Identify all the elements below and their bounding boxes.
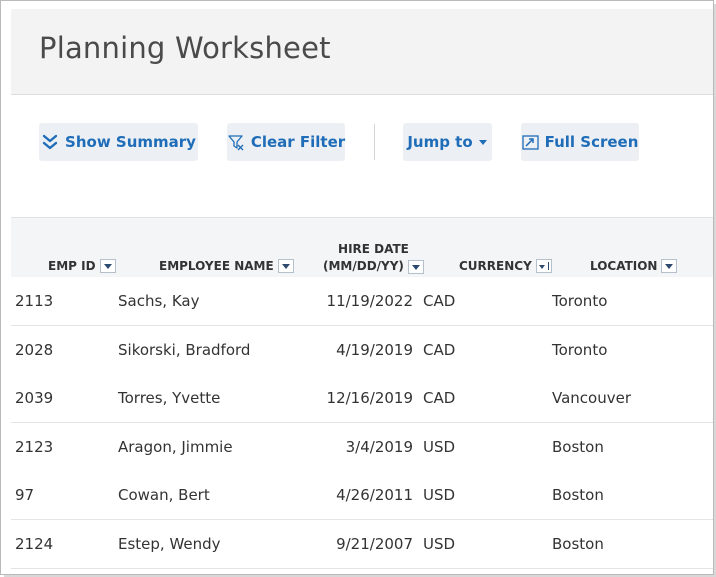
emp-id-cell: 97 — [15, 486, 35, 504]
hire-date-cell: 3/4/2019 — [345, 438, 413, 456]
jump-to-button[interactable]: Jump to — [403, 123, 492, 161]
column-header-label: LOCATION — [590, 259, 658, 273]
location-cell: Boston — [552, 438, 604, 456]
table-row[interactable]: 2123 Aragon, Jimmie 3/4/2019 USD Boston — [11, 423, 713, 472]
jump-to-label: Jump to — [407, 133, 473, 151]
table-row[interactable]: 2124 Estep, Wendy 9/21/2007 USD Boston — [11, 520, 713, 569]
employee-name-cell: Sachs, Kay — [118, 292, 200, 310]
table-row[interactable]: 97 Cowan, Bert 4/26/2011 USD Boston — [11, 471, 713, 520]
full-screen-button[interactable]: Full Screen — [521, 123, 639, 161]
show-summary-button[interactable]: Show Summary — [39, 123, 198, 161]
currency-cell: USD — [423, 486, 456, 504]
column-header-hire-date: HIRE DATE (MM/DD/YY) — [323, 241, 424, 275]
clear-filter-button[interactable]: Clear Filter — [227, 123, 345, 161]
emp-id-cell: 2124 — [15, 535, 54, 553]
title-bar: Planning Worksheet — [11, 9, 713, 95]
emp-id-cell: 2039 — [15, 389, 54, 407]
toolbar-divider — [374, 124, 375, 160]
worksheet-panel: Planning Worksheet Show Summary Clear Fi… — [0, 0, 714, 575]
employee-name-cell: Aragon, Jimmie — [118, 438, 233, 456]
expand-icon — [521, 134, 539, 150]
emp-id-cell: 2123 — [15, 438, 54, 456]
location-cell: Toronto — [552, 292, 608, 310]
column-filter-dropdown-icon[interactable] — [99, 259, 116, 273]
employee-name-cell: Cowan, Bert — [118, 486, 210, 504]
caret-down-icon — [478, 140, 487, 145]
column-header-label: EMPLOYEE NAME — [159, 259, 274, 273]
hire-date-cell: 12/16/2019 — [326, 389, 413, 407]
column-header-label: EMP ID — [48, 259, 96, 273]
emp-id-cell: 2028 — [15, 341, 54, 359]
employee-name-cell: Torres, Yvette — [118, 389, 221, 407]
column-filter-dropdown-icon[interactable] — [407, 259, 424, 274]
show-summary-label: Show Summary — [65, 133, 196, 151]
column-sort-filter-dropdown-icon[interactable] — [535, 259, 552, 273]
currency-cell: USD — [423, 438, 456, 456]
double-chevron-down-icon — [42, 134, 58, 150]
employee-name-cell: Estep, Wendy — [118, 535, 221, 553]
table-row[interactable]: 2028 Sikorski, Bradford 4/19/2019 CAD To… — [11, 326, 713, 375]
location-cell: Vancouver — [552, 389, 631, 407]
emp-id-cell: 2113 — [15, 292, 54, 310]
column-filter-dropdown-icon[interactable] — [277, 259, 294, 273]
currency-cell: USD — [423, 535, 456, 553]
location-cell: Boston — [552, 535, 604, 553]
location-cell: Boston — [552, 486, 604, 504]
full-screen-label: Full Screen — [544, 133, 639, 151]
column-header-emp-id: EMP ID — [48, 259, 116, 273]
filter-clear-icon — [228, 135, 244, 151]
column-header-label: CURRENCY — [459, 259, 532, 273]
employee-name-cell: Sikorski, Bradford — [118, 341, 251, 359]
column-header-label-line1: HIRE DATE — [338, 242, 409, 256]
column-header-label-line2: (MM/DD/YY) — [323, 259, 404, 273]
hire-date-cell: 4/26/2011 — [336, 486, 413, 504]
table-row[interactable]: 2113 Sachs, Kay 11/19/2022 CAD Toronto — [11, 277, 713, 326]
page-title: Planning Worksheet — [39, 31, 331, 65]
hire-date-cell: 9/21/2007 — [336, 535, 413, 553]
column-header-currency: CURRENCY — [459, 259, 552, 273]
clear-filter-label: Clear Filter — [250, 133, 346, 151]
location-cell: Toronto — [552, 341, 608, 359]
column-filter-dropdown-icon[interactable] — [661, 259, 678, 273]
table-row[interactable]: 2039 Torres, Yvette 12/16/2019 CAD Vanco… — [11, 374, 713, 423]
currency-cell: CAD — [423, 292, 456, 310]
column-header-location: LOCATION — [590, 259, 678, 273]
currency-cell: CAD — [423, 341, 456, 359]
hire-date-cell: 4/19/2019 — [336, 341, 413, 359]
currency-cell: CAD — [423, 389, 456, 407]
column-header-employee-name: EMPLOYEE NAME — [159, 259, 294, 273]
hire-date-cell: 11/19/2022 — [326, 292, 413, 310]
